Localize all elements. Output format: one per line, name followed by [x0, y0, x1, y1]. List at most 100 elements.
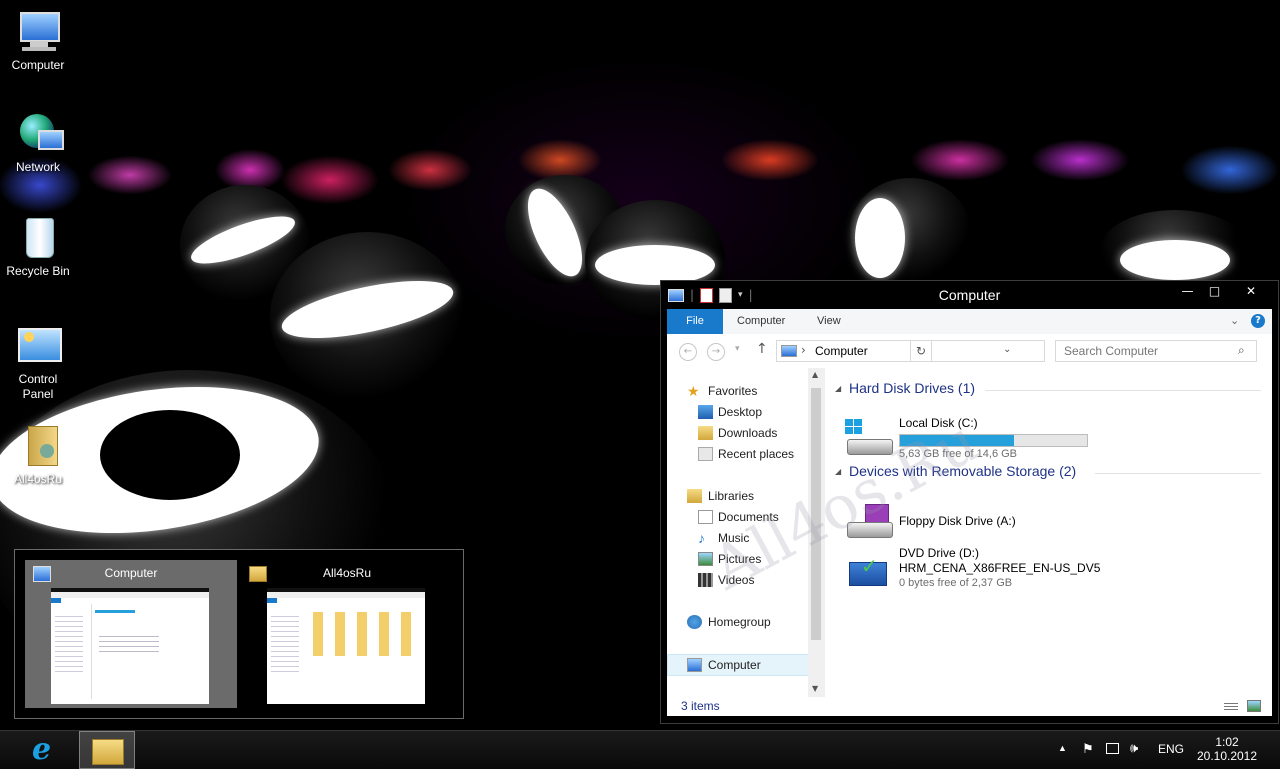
desktop-icon-all4osru[interactable]: All4osRu	[0, 422, 76, 487]
address-dropdown-icon[interactable]: ⌄	[1003, 344, 1011, 355]
navigation-scrollbar[interactable]: ▲ ▼	[808, 368, 825, 698]
tab-view[interactable]: View	[817, 309, 841, 334]
collapse-group-icon[interactable]: ◢	[835, 467, 841, 476]
desktop-icon-label: All4osRu	[13, 472, 63, 486]
maximize-button[interactable]: □	[1201, 281, 1228, 301]
up-button[interactable]: ↑	[756, 341, 768, 357]
desktop-icon-recycle-bin[interactable]: Recycle Bin	[0, 214, 76, 279]
large-icons-view-icon[interactable]	[1247, 700, 1261, 712]
window-thumbnail	[267, 588, 425, 704]
nav-desktop[interactable]: Desktop	[667, 402, 807, 422]
task-switcher: Computer All4osRu	[14, 549, 464, 719]
nav-label: Documents	[718, 510, 779, 524]
desktop-icon-label: Computer	[11, 58, 65, 72]
search-input[interactable]: Search Computer ⌕	[1055, 340, 1257, 362]
tab-computer[interactable]: Computer	[737, 309, 785, 334]
nav-recent-places[interactable]: Recent places	[667, 444, 807, 464]
language-label: ENG	[1158, 742, 1185, 756]
scrollbar-thumb[interactable]	[811, 388, 821, 640]
show-hidden-icons-icon[interactable]: ▲	[1058, 743, 1067, 753]
computer-icon	[14, 8, 62, 56]
nav-favorites[interactable]: ★ Favorites	[667, 381, 807, 401]
collapse-group-icon[interactable]: ◢	[835, 384, 841, 393]
floppy-drive-icon	[845, 504, 893, 540]
drive-name: Floppy Disk Drive (A:)	[899, 514, 1016, 528]
taskbar-internet-explorer[interactable]: e	[20, 731, 76, 769]
ribbon: File Computer View ⌄ ?	[667, 309, 1272, 335]
breadcrumb-separator[interactable]: ›	[801, 343, 806, 357]
group-divider	[985, 390, 1261, 391]
pictures-icon	[698, 552, 713, 566]
drive-floppy-a[interactable]: Floppy Disk Drive (A:)	[837, 498, 1237, 538]
details-view-icon[interactable]	[1224, 701, 1238, 712]
switcher-item-title: Computer	[104, 566, 158, 580]
clock-time: 1:02	[1215, 735, 1239, 749]
nav-label: Recent places	[718, 447, 795, 461]
downloads-folder-icon	[698, 426, 713, 440]
forward-button[interactable]: →	[707, 343, 725, 361]
drive-name: DVD Drive (D:)	[899, 546, 979, 560]
nav-computer[interactable]: Computer	[667, 654, 809, 676]
nav-pictures[interactable]: Pictures	[667, 549, 807, 569]
minimize-button[interactable]: —	[1174, 281, 1201, 301]
close-button[interactable]: ✕	[1228, 281, 1274, 301]
drive-free-space: 5,63 GB free of 14,6 GB	[899, 448, 1018, 460]
address-row: ← → ▾ ↑ › Computer ⌄ ↻ Search Computer ⌕	[667, 334, 1272, 368]
expand-ribbon-icon[interactable]: ⌄	[1230, 314, 1239, 327]
help-button[interactable]: ?	[1251, 314, 1265, 328]
drive-usage-bar	[899, 434, 1088, 447]
wallpaper-sphere	[850, 178, 970, 283]
desktop-icon-label: Panel	[22, 387, 54, 401]
group-header-removable[interactable]: Devices with Removable Storage (2)	[849, 463, 1076, 483]
refresh-button[interactable]: ↻	[910, 340, 932, 362]
scroll-up-icon[interactable]: ▲	[812, 370, 818, 379]
nav-videos[interactable]: Videos	[667, 570, 807, 590]
back-button[interactable]: ←	[679, 343, 697, 361]
switcher-item-all4osru[interactable]: All4osRu	[241, 560, 453, 708]
search-icon[interactable]: ⌕	[1238, 343, 1245, 358]
desktop-icon-control-panel[interactable]: Control Panel	[0, 322, 76, 402]
window-thumbnail	[51, 588, 209, 704]
nav-label: Libraries	[708, 489, 755, 503]
nav-libraries[interactable]: Libraries	[667, 486, 807, 506]
content-pane: ◢ Hard Disk Drives (1) Local Disk (C:) 5…	[827, 368, 1272, 688]
title-bar[interactable]: | ▾ | Computer — □ ✕	[661, 281, 1278, 309]
dvd-drive-icon: ✓	[849, 556, 889, 588]
clock-date: 20.10.2012	[1196, 749, 1258, 763]
desktop-icon-computer[interactable]: Computer	[0, 8, 76, 73]
libraries-icon	[687, 489, 702, 503]
taskbar-clock[interactable]: 1:02 20.10.2012	[1196, 731, 1258, 769]
computer-icon	[687, 658, 702, 672]
file-explorer-icon	[92, 739, 124, 765]
nav-label: Desktop	[718, 405, 763, 419]
network-status-icon[interactable]	[1106, 743, 1119, 754]
drive-dvd-d[interactable]: ✓ DVD Drive (D:) HRM_CENA_X86FREE_EN-US_…	[837, 546, 1237, 596]
nav-label: Computer	[708, 658, 761, 672]
drive-volume-label: HRM_CENA_X86FREE_EN-US_DV5	[899, 561, 1101, 575]
windows-drive-icon	[845, 419, 893, 455]
drive-local-disk-c[interactable]: Local Disk (C:) 5,63 GB free of 14,6 GB	[837, 415, 1237, 463]
tab-file[interactable]: File	[667, 309, 723, 334]
breadcrumb-computer[interactable]: Computer	[815, 344, 868, 358]
nav-music[interactable]: ♪ Music	[667, 528, 807, 548]
scroll-down-icon[interactable]: ▼	[812, 684, 818, 693]
volume-icon[interactable]: 🕪	[1130, 740, 1138, 756]
desktop-icon-label: Control	[18, 372, 58, 386]
recent-places-icon	[698, 447, 713, 461]
action-center-flag-icon[interactable]: ⚑	[1082, 741, 1094, 757]
desktop-icon-network[interactable]: Network	[0, 110, 76, 175]
taskbar-file-explorer[interactable]	[79, 731, 135, 769]
computer-icon	[781, 345, 797, 357]
switcher-item-computer[interactable]: Computer	[25, 560, 237, 708]
drive-free-space: 0 bytes free of 2,37 GB	[899, 577, 1013, 589]
language-indicator[interactable]: ENG	[1158, 731, 1188, 769]
nav-label: Videos	[718, 573, 755, 587]
nav-documents[interactable]: Documents	[667, 507, 807, 527]
group-header-hard-disks[interactable]: Hard Disk Drives (1)	[849, 380, 975, 400]
nav-downloads[interactable]: Downloads	[667, 423, 807, 443]
notification-area: ▲ ⚑ 🕪	[1058, 731, 1158, 769]
nav-label: Downloads	[718, 426, 778, 440]
nav-homegroup[interactable]: Homegroup	[667, 612, 807, 632]
wallpaper-sphere	[270, 232, 465, 402]
recent-locations-icon[interactable]: ▾	[735, 344, 740, 354]
